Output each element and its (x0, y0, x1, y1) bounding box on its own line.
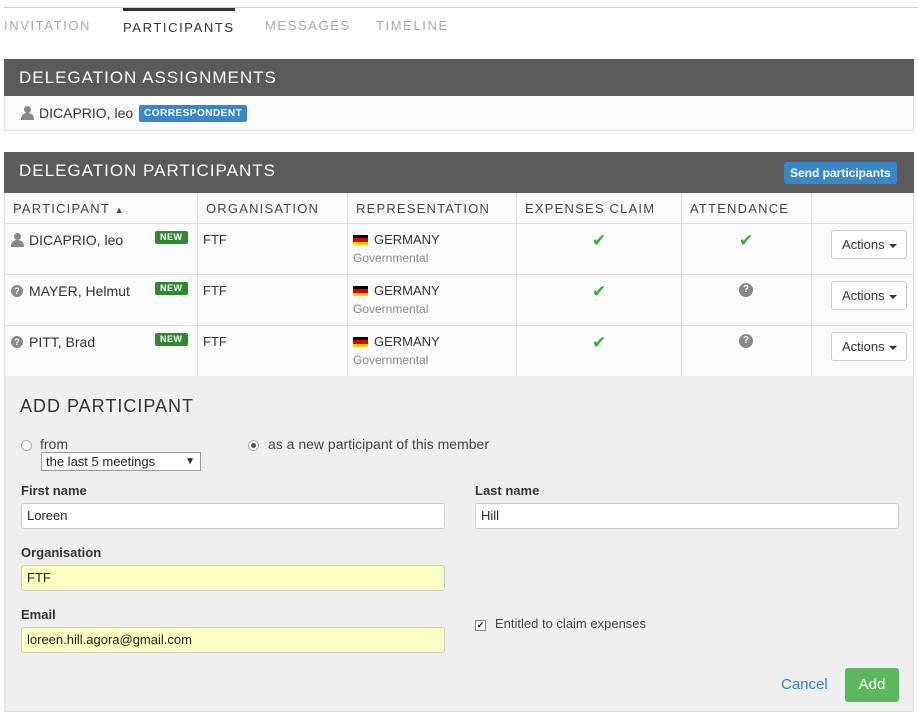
representation-country: GERMANY (374, 283, 440, 298)
germany-flag-icon (353, 337, 368, 347)
first-name-field[interactable]: Loreen (21, 503, 445, 529)
unknown-status-icon: ? (739, 283, 753, 297)
last-name-field[interactable]: Hill (475, 503, 899, 529)
representation-type: Governmental (353, 353, 429, 367)
tab-invitation[interactable]: INVITATION (4, 8, 91, 42)
meetings-select[interactable]: the last 5 meetings ▼ (41, 452, 201, 471)
cancel-button[interactable]: Cancel (781, 676, 828, 693)
check-icon: ✔ (592, 231, 607, 250)
unknown-status-icon: ? (11, 336, 23, 348)
participant-name[interactable]: PITT, Brad (29, 334, 95, 350)
col-representation[interactable]: REPRESENTATION (348, 193, 517, 223)
entitled-expenses-checkbox[interactable]: ✔ (475, 620, 486, 631)
caret-down-icon (888, 294, 897, 299)
first-name-label: First name (21, 483, 87, 498)
tab-messages[interactable]: MESSAGES (265, 8, 351, 42)
col-organisation[interactable]: ORGANISATION (198, 193, 348, 223)
participants-title: DELEGATION PARTICIPANTS (19, 161, 276, 180)
tab-timeline[interactable]: TIMELINE (376, 8, 449, 42)
col-participant[interactable]: PARTICIPANT ▲ (5, 193, 198, 223)
col-attendance[interactable]: ATTENDANCE (682, 193, 812, 223)
actions-dropdown-button[interactable]: Actions (831, 332, 907, 361)
add-button[interactable]: Add (845, 668, 899, 702)
email-label: Email (21, 607, 56, 622)
radio-from-label: from (40, 436, 68, 452)
representation-country: GERMANY (374, 334, 440, 349)
person-icon (21, 106, 34, 120)
new-badge: NEW (155, 231, 188, 244)
germany-flag-icon (353, 235, 368, 245)
participant-name[interactable]: DICAPRIO, leo (29, 232, 123, 248)
new-badge: NEW (155, 282, 188, 295)
check-icon: ✔ (592, 282, 607, 301)
participant-name[interactable]: MAYER, Helmut (29, 283, 130, 299)
assignments-title: DELEGATION ASSIGNMENTS (19, 68, 277, 87)
assignment-person: DICAPRIO, leo (39, 105, 134, 121)
radio-new-participant-label: as a new participant of this member (268, 436, 489, 452)
unknown-status-icon: ? (739, 334, 753, 348)
add-participant-title: ADD PARTICIPANT (20, 396, 195, 416)
actions-dropdown-button[interactable]: Actions (831, 230, 907, 259)
dropdown-arrow-icon: ▼ (185, 456, 195, 467)
caret-down-icon (888, 243, 897, 248)
assignments-body: DICAPRIO, leo CORRESPONDENT (4, 96, 914, 131)
radio-from[interactable] (21, 440, 32, 451)
participant-org: FTF (203, 334, 227, 349)
correspondent-badge: CORRESPONDENT (139, 105, 248, 122)
entitled-expenses-label: Entitled to claim expenses (495, 616, 647, 631)
add-participant-panel: ADD PARTICIPANT from the last 5 meetings… (4, 376, 914, 712)
table-row: DICAPRIO, leo NEW FTF GERMANY Government… (4, 224, 914, 275)
unknown-status-icon: ? (11, 285, 23, 297)
email-field[interactable]: loreen.hill.agora@gmail.com (21, 627, 445, 653)
representation-country: GERMANY (374, 232, 440, 247)
radio-new-participant[interactable] (248, 440, 259, 451)
germany-flag-icon (353, 286, 368, 296)
sort-asc-icon: ▲ (114, 205, 125, 215)
representation-type: Governmental (353, 302, 429, 316)
last-name-label: Last name (475, 483, 540, 498)
participant-org: FTF (203, 232, 227, 247)
participants-header: DELEGATION PARTICIPANTS (4, 152, 914, 193)
new-badge: NEW (155, 333, 188, 346)
send-participants-button[interactable]: Send participants (784, 162, 897, 184)
table-header-row: PARTICIPANT ▲ ORGANISATION REPRESENTATIO… (4, 193, 914, 224)
participant-org: FTF (203, 283, 227, 298)
assignments-header: DELEGATION ASSIGNMENTS (4, 59, 914, 96)
table-row: ? PITT, Brad NEW FTF GERMANY Governmenta… (4, 326, 914, 377)
col-expenses[interactable]: EXPENSES CLAIM (517, 193, 682, 223)
caret-down-icon (888, 345, 897, 350)
person-icon (11, 233, 24, 247)
organisation-label: Organisation (21, 545, 102, 560)
tab-participants[interactable]: PARTICIPANTS (123, 8, 235, 42)
table-row: ? MAYER, Helmut NEW FTF GERMANY Governme… (4, 275, 914, 326)
check-icon: ✔ (592, 333, 607, 352)
check-icon: ✔ (739, 231, 754, 250)
organisation-field[interactable]: FTF (21, 565, 445, 591)
actions-dropdown-button[interactable]: Actions (831, 281, 907, 310)
representation-type: Governmental (353, 251, 429, 265)
